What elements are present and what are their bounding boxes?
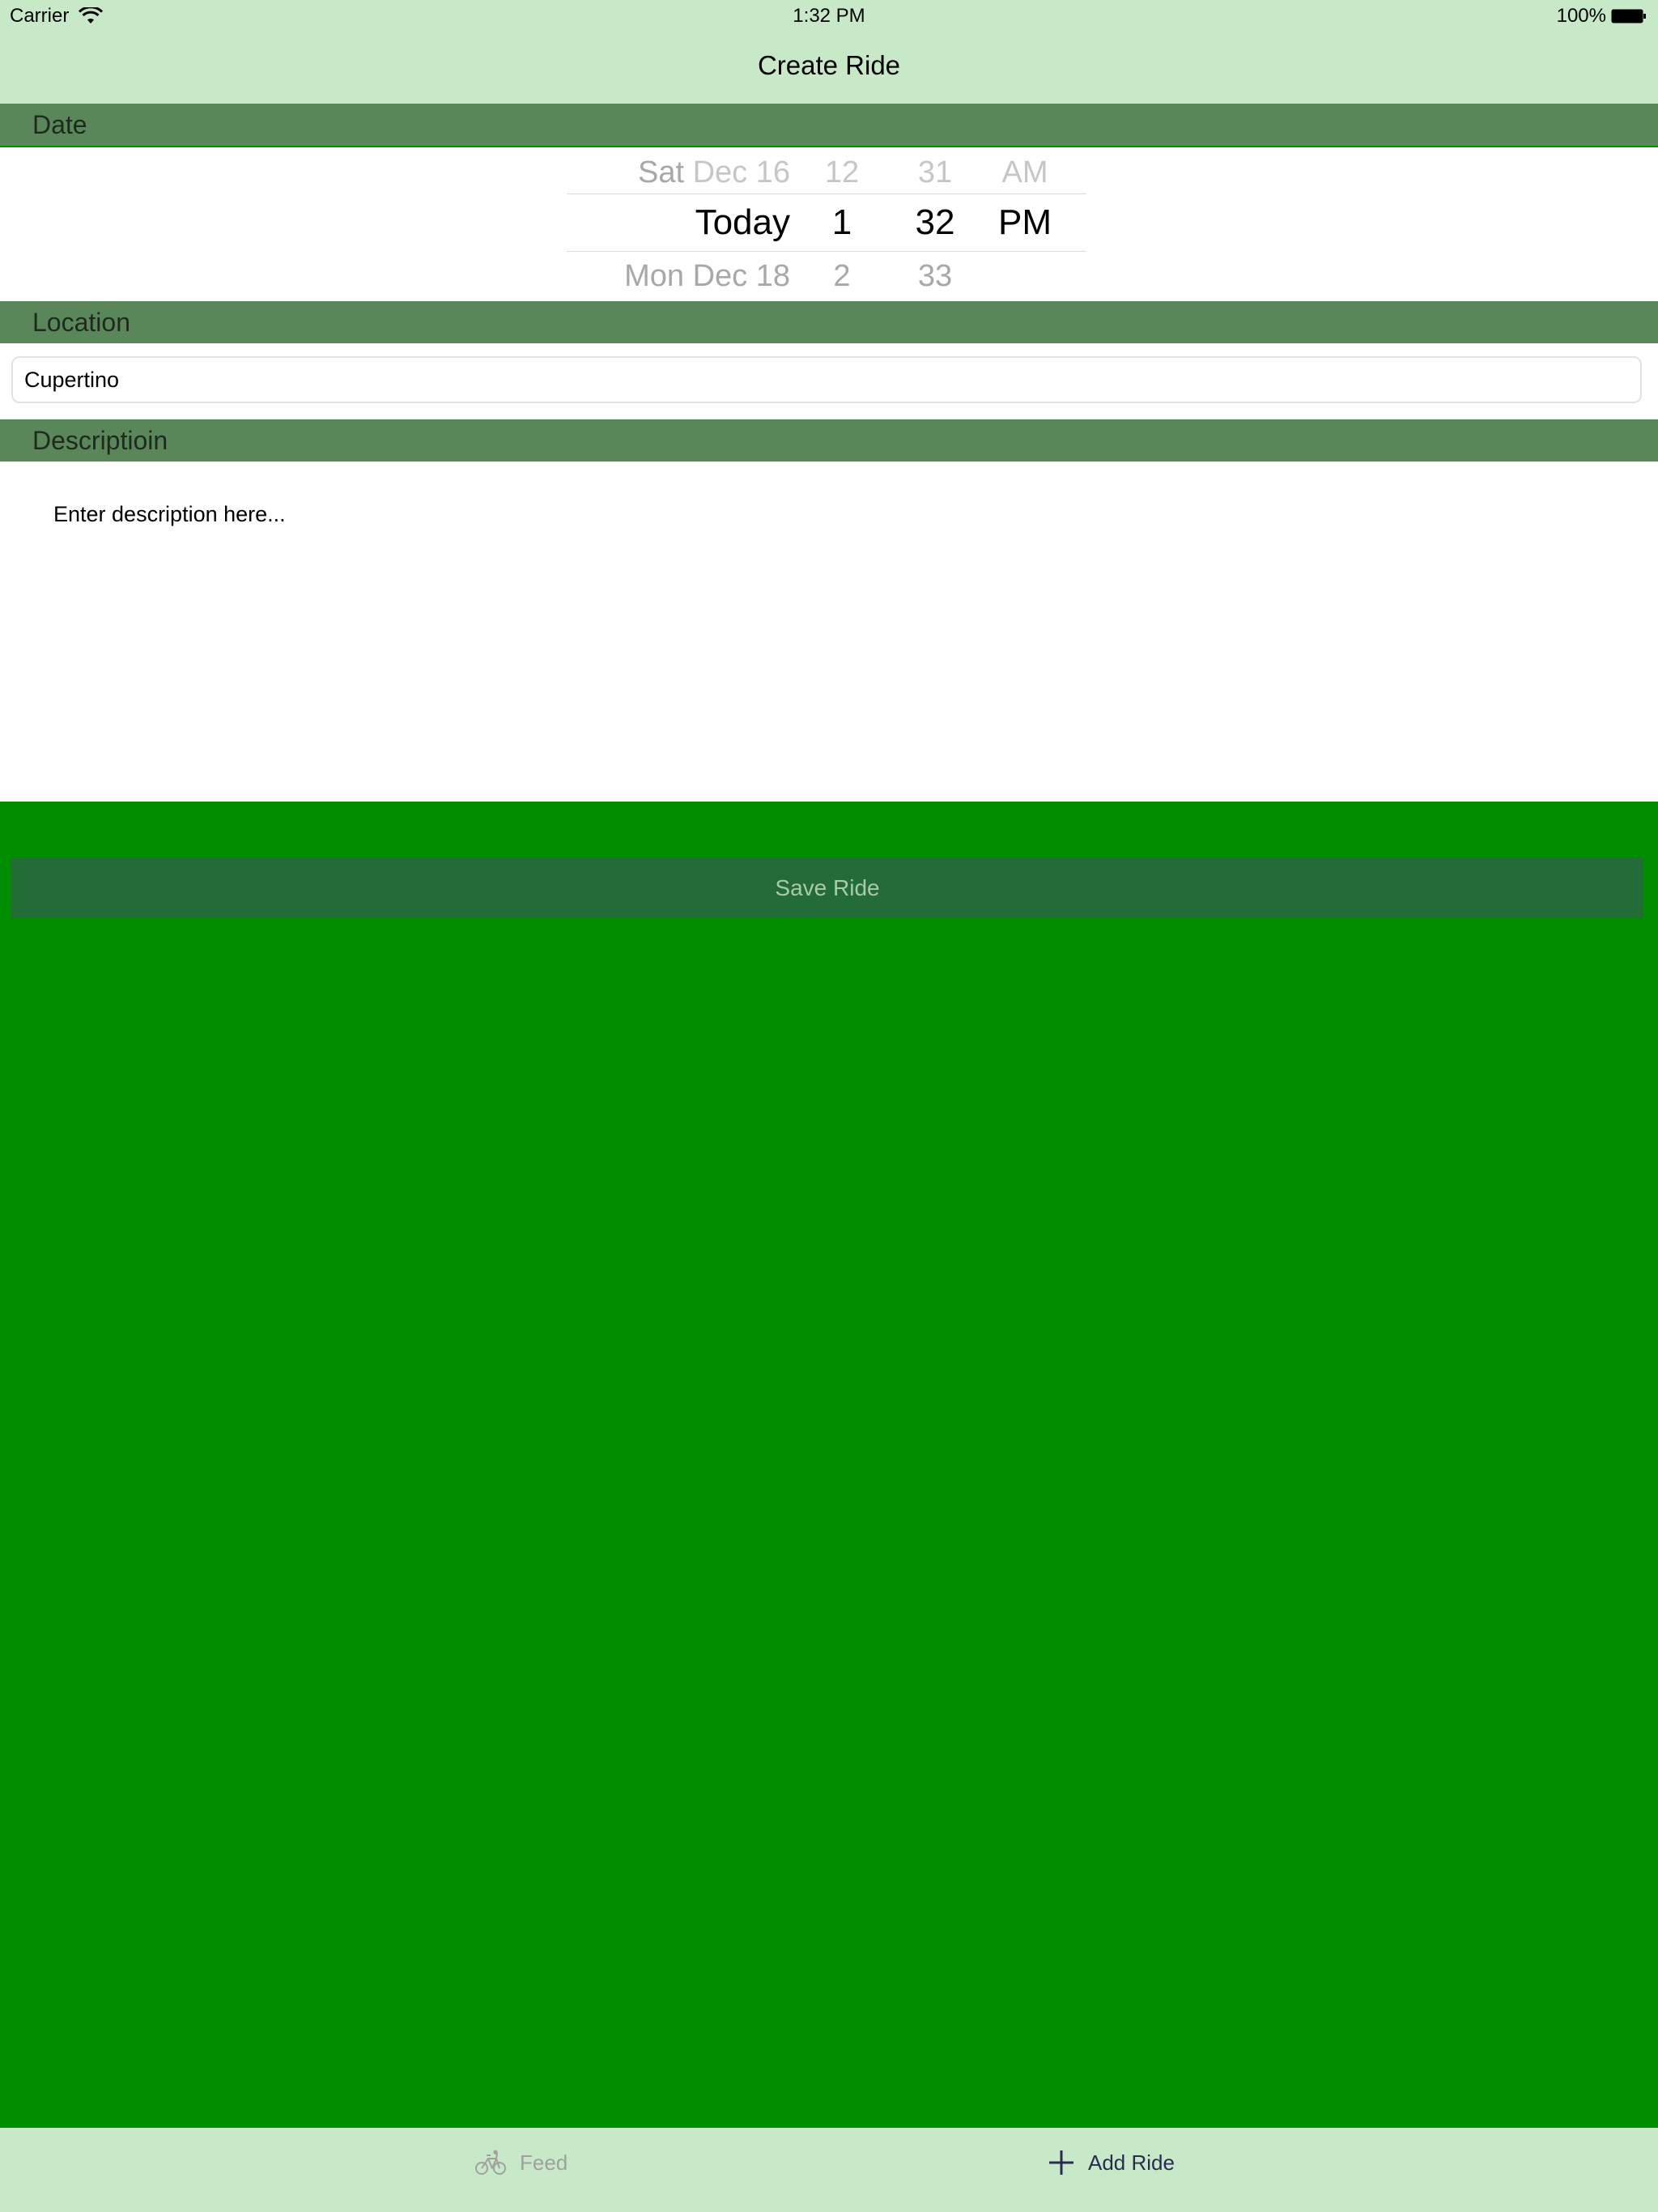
picker-hour[interactable]: 1 xyxy=(819,202,865,243)
location-container xyxy=(0,343,1658,419)
picker-row-selected[interactable]: Today 1 32 PM xyxy=(0,198,1658,248)
picker-ampm[interactable]: AM xyxy=(993,155,1057,190)
location-input[interactable] xyxy=(11,356,1642,403)
date-picker[interactable]: Sat Dec 16 12 31 AM Today 1 32 PM Mon De… xyxy=(0,147,1658,301)
tab-add-ride[interactable]: Add Ride xyxy=(1048,2149,1175,2176)
battery-indicator: 100% xyxy=(1557,5,1647,28)
page-title: Create Ride xyxy=(757,50,901,80)
description-text: Enter description here... xyxy=(53,502,286,526)
picker-ampm[interactable]: PM xyxy=(993,202,1057,243)
picker-date: Dec 16 xyxy=(692,155,790,189)
picker-hour[interactable]: 2 xyxy=(819,259,865,294)
picker-hour[interactable]: 12 xyxy=(819,155,865,190)
tab-feed[interactable]: Feed xyxy=(474,2149,568,2176)
date-section-header: Date xyxy=(0,104,1658,146)
location-section-header: Location xyxy=(0,301,1658,343)
description-textarea[interactable]: Enter description here... xyxy=(0,462,1658,802)
tab-bar: Feed Add Ride xyxy=(0,2128,1658,2212)
tab-add-ride-label: Add Ride xyxy=(1088,2150,1175,2175)
navigation-bar: Create Ride xyxy=(0,32,1658,104)
battery-percentage: 100% xyxy=(1556,5,1606,27)
status-bar: Carrier 1:32 PM 100% xyxy=(0,0,1658,32)
tab-feed-label: Feed xyxy=(520,2150,568,2175)
create-ride-screen: Carrier 1:32 PM 100% Create Ride Date Sa… xyxy=(0,0,1658,2212)
picker-minute[interactable]: 31 xyxy=(905,155,965,190)
battery-icon xyxy=(1611,9,1646,23)
picker-row-previous[interactable]: Sat Dec 16 12 31 AM xyxy=(0,147,1658,198)
plus-icon xyxy=(1049,2150,1073,2175)
save-ride-button[interactable]: Save Ride xyxy=(11,858,1643,918)
bicycle-icon xyxy=(475,2150,506,2175)
picker-minute[interactable]: 32 xyxy=(905,202,965,243)
picker-day[interactable]: Mon Dec 18 xyxy=(624,259,790,294)
description-section-header: Descriptioin xyxy=(0,419,1658,462)
picker-day[interactable]: Today xyxy=(695,202,790,243)
status-time: 1:32 PM xyxy=(793,5,865,27)
picker-row-next[interactable]: Mon Dec 18 2 33 xyxy=(0,251,1658,301)
picker-weekday: Sat xyxy=(637,155,685,189)
picker-day[interactable]: Sat Dec 16 xyxy=(638,155,790,190)
picker-minute[interactable]: 33 xyxy=(905,259,965,294)
